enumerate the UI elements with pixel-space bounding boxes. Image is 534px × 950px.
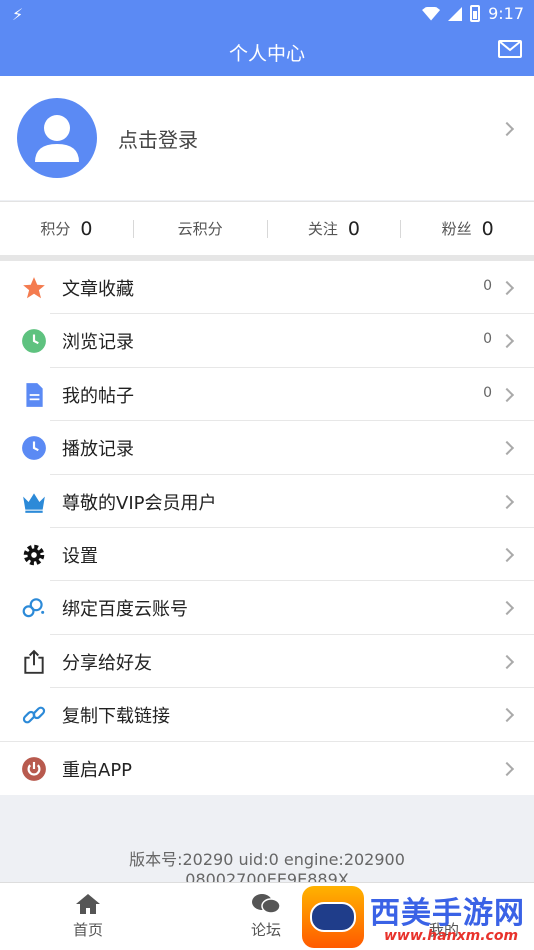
cloud-link-icon <box>22 598 45 618</box>
menu-item-bind-baidu[interactable]: 绑定百度云账号 <box>0 581 534 635</box>
menu-item-history[interactable]: 浏览记录 0 <box>0 314 534 368</box>
stat-following[interactable]: 关注 0 <box>268 218 401 240</box>
chevron-right-icon <box>499 654 515 669</box>
chat-icon <box>252 894 281 914</box>
tab-forum[interactable]: 论坛 <box>226 893 306 940</box>
mail-icon[interactable] <box>498 40 522 58</box>
menu-item-play-history[interactable]: 播放记录 <box>0 421 534 475</box>
stat-value: 0 <box>481 217 494 240</box>
menu-item-restart[interactable]: 重启APP <box>0 742 534 795</box>
tab-home[interactable]: 首页 <box>48 893 128 940</box>
menu-item-my-posts[interactable]: 我的帖子 0 <box>0 368 534 422</box>
power-icon <box>22 756 46 781</box>
watermark: 西美手游网 www.hanxm.com <box>298 882 534 950</box>
status-bar: ⚡ 9:17 <box>0 0 534 28</box>
chevron-right-icon <box>499 494 515 509</box>
menu-label: 重启APP <box>62 759 133 781</box>
menu-item-vip[interactable]: 尊敬的VIP会员用户 <box>0 475 534 528</box>
status-time: 9:17 <box>488 4 524 23</box>
tab-label: 论坛 <box>250 921 281 939</box>
stats-bar: 积分 0 云积分 关注 0 粉丝 0 <box>0 201 534 255</box>
menu-count: 0 <box>483 384 492 401</box>
app-header: 个人中心 <box>0 28 534 76</box>
chevron-right-icon <box>499 121 515 137</box>
menu-item-favorites[interactable]: 文章收藏 0 <box>0 261 534 315</box>
menu-list: 文章收藏 0 浏览记录 0 我的帖子 0 播放记录 尊敬的VIP会员用户 设置 <box>0 261 534 795</box>
document-icon <box>26 382 43 407</box>
watermark-title: 西美手游网 <box>370 896 525 931</box>
star-icon <box>23 277 45 299</box>
chevron-right-icon <box>499 601 515 616</box>
menu-label: 绑定百度云账号 <box>62 599 188 621</box>
chevron-right-icon <box>499 441 515 456</box>
stat-value: 0 <box>80 217 93 240</box>
menu-count: 0 <box>483 278 492 294</box>
stat-cloud-points[interactable]: 云积分 <box>134 218 267 239</box>
page-title: 个人中心 <box>228 43 305 65</box>
status-icons: 9:17 <box>422 4 524 23</box>
flash-icon: ⚡ <box>12 5 24 24</box>
stat-label: 粉丝 <box>441 220 472 238</box>
menu-label: 播放记录 <box>62 439 134 461</box>
gamepad-logo-icon <box>302 886 364 948</box>
menu-item-share[interactable]: 分享给好友 <box>0 635 534 689</box>
tab-label: 首页 <box>72 921 103 939</box>
gear-icon <box>23 544 45 566</box>
stat-label: 积分 <box>40 220 71 238</box>
menu-label: 我的帖子 <box>62 385 134 407</box>
clock-icon <box>22 329 46 354</box>
menu-count: 0 <box>483 331 492 348</box>
watermark-url: www.hanxm.com <box>384 928 519 944</box>
chevron-right-icon <box>499 547 515 563</box>
menu-label: 设置 <box>62 545 98 567</box>
menu-label: 文章收藏 <box>62 279 134 300</box>
version-line: 版本号:20290 uid:0 engine:202900 <box>129 850 405 869</box>
stat-followers[interactable]: 粉丝 0 <box>401 218 534 240</box>
stat-points[interactable]: 积分 0 <box>0 218 133 240</box>
clock-icon <box>22 436 46 461</box>
profile-login-row[interactable]: 点击登录 <box>0 76 534 200</box>
menu-label: 浏览记录 <box>62 332 134 354</box>
crown-icon <box>23 492 45 513</box>
stat-label: 关注 <box>307 220 338 238</box>
login-prompt[interactable]: 点击登录 <box>118 124 198 153</box>
signal-icon <box>448 6 463 21</box>
stat-label: 云积分 <box>177 220 223 238</box>
menu-label: 分享给好友 <box>62 652 152 674</box>
menu-label: 尊敬的VIP会员用户 <box>62 492 217 514</box>
wifi-icon <box>422 6 441 21</box>
share-icon <box>24 649 44 674</box>
battery-icon <box>470 5 481 22</box>
user-avatar-icon[interactable] <box>17 98 97 178</box>
link-icon <box>22 706 46 724</box>
home-icon <box>76 894 100 914</box>
menu-item-settings[interactable]: 设置 <box>0 528 534 582</box>
chevron-right-icon <box>499 334 515 349</box>
chevron-right-icon <box>499 761 515 776</box>
stat-value: 0 <box>347 217 360 240</box>
chevron-right-icon <box>499 280 515 296</box>
menu-label: 复制下载链接 <box>62 706 170 728</box>
menu-item-copy-link[interactable]: 复制下载链接 <box>0 688 534 742</box>
chevron-right-icon <box>499 708 515 723</box>
chevron-right-icon <box>499 387 515 402</box>
